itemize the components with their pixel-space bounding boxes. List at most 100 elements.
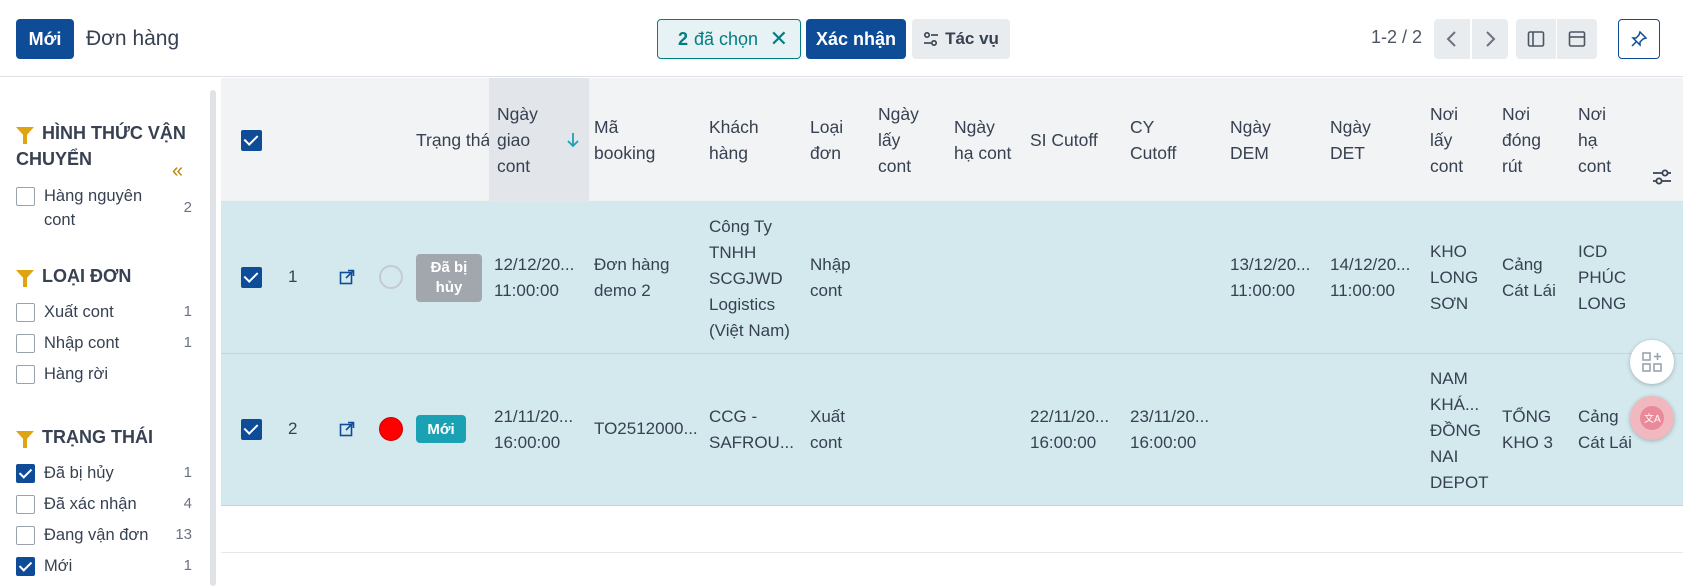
filter-item-count: 1 (183, 334, 192, 351)
order-type-cell[interactable]: Xuất cont (810, 404, 845, 456)
apps-float-button[interactable] (1630, 340, 1674, 384)
checkbox[interactable] (16, 334, 35, 353)
checkbox[interactable] (16, 526, 35, 545)
pager-next-button[interactable] (1472, 19, 1508, 59)
translate-icon: 文A (1640, 406, 1664, 430)
filter-icon (16, 270, 34, 287)
open-record-icon[interactable] (339, 269, 355, 285)
filter-item-label: Đang vận đơn (44, 526, 149, 544)
checkbox-checked[interactable] (16, 557, 35, 576)
filter-item-in-transit[interactable]: Đang vận đơn 13 (16, 523, 196, 549)
header-booking[interactable]: Mã booking (594, 78, 684, 202)
selected-text: đã chọn (694, 28, 759, 49)
filter-item-label: Đã xác nhận (44, 495, 137, 513)
pager-previous-button[interactable] (1434, 19, 1470, 59)
status-badge: Đã bị hủy (416, 254, 482, 302)
filter-item-label: Nhập cont (44, 334, 120, 352)
header-dropoff-place[interactable]: Nơi hạ cont (1578, 78, 1628, 202)
svg-text:文A: 文A (1644, 412, 1661, 425)
header-pickup-place[interactable]: Nơi lấy cont (1430, 78, 1480, 202)
dropoff-place-cell[interactable]: Cảng Cát Lái (1578, 404, 1632, 456)
section-title-order-type: LOẠI ĐƠN (16, 263, 131, 289)
cy-cutoff-cell[interactable]: 23/11/20... 16:00:00 (1130, 404, 1209, 456)
filter-item-cancelled[interactable]: Đã bị hủy 1 (16, 461, 196, 487)
toggle-sidebar-button[interactable] (1516, 19, 1556, 59)
sliders-icon (924, 31, 939, 47)
dem-date-cell[interactable]: 13/12/20... 11:00:00 (1230, 252, 1310, 304)
search-panel: « HÌNH THỨC VẬN CHUYỂN Hàng nguyên cont 2… (0, 78, 206, 586)
booking-cell[interactable]: Đơn hàng demo 2 (594, 252, 669, 304)
actions-button[interactable]: Tác vụ (912, 19, 1010, 59)
chevron-right-icon (1486, 31, 1496, 47)
checkbox[interactable] (16, 365, 35, 384)
pickup-place-cell[interactable]: KHO LONG SƠN (1430, 239, 1478, 317)
apps-grid-icon (1642, 352, 1662, 372)
priority-dot[interactable] (379, 417, 403, 441)
header-dropoff-date[interactable]: Ngày hạ cont (954, 78, 1014, 202)
page-title: Đơn hàng (86, 27, 180, 50)
pager-value[interactable]: 1-2 / 2 (1371, 27, 1422, 48)
filter-item-new[interactable]: Mới 1 (16, 554, 196, 580)
header-pickup-date[interactable]: Ngày lấy cont (878, 78, 938, 202)
layout-icon (1568, 31, 1586, 47)
booking-cell[interactable]: TO2512000... (594, 416, 698, 442)
det-date-cell[interactable]: 14/12/20... 11:00:00 (1330, 252, 1410, 304)
filter-item-export[interactable]: Xuất cont 1 (16, 300, 196, 326)
open-record-icon[interactable] (339, 421, 355, 437)
sidebar-scrollbar[interactable] (210, 90, 216, 586)
filter-item-confirmed[interactable]: Đã xác nhận 4 (16, 492, 196, 518)
checkbox[interactable] (16, 495, 35, 514)
row-checkbox[interactable] (241, 419, 262, 440)
header-stuffing-place[interactable]: Nơi đóng rút (1502, 78, 1557, 202)
header-det-date[interactable]: Ngày DET (1330, 78, 1390, 202)
filter-item-bulk[interactable]: Hàng rời (16, 362, 196, 388)
delivery-date-cell[interactable]: 21/11/20... 16:00:00 (494, 404, 573, 456)
header-customer[interactable]: Khách hàng (709, 78, 799, 202)
section-title-status: TRẠNG THÁI (16, 424, 153, 450)
order-type-cell[interactable]: Nhập cont (810, 252, 851, 304)
filter-item-count: 1 (183, 557, 192, 574)
toggle-layout-button[interactable] (1557, 19, 1597, 59)
stuffing-place-cell[interactable]: TỔNG KHO 3 (1502, 404, 1553, 456)
stuffing-place-cell[interactable]: Cảng Cát Lái (1502, 252, 1556, 304)
header-cy-cutoff[interactable]: CY Cutoff (1130, 78, 1200, 202)
new-button[interactable]: Mới (16, 19, 74, 59)
table-row[interactable]: 2 Mới 21/11/20... 16:00:00 TO2512000... C… (221, 354, 1683, 506)
optional-columns-icon[interactable] (1652, 168, 1672, 186)
header-order-type[interactable]: Loại đơn (810, 78, 870, 202)
header-si-cutoff[interactable]: SI Cutoff (1030, 78, 1100, 202)
section-title-shipping-type: HÌNH THỨC VẬN CHUYỂN (16, 123, 186, 169)
checkbox[interactable] (16, 187, 35, 206)
delivery-date-cell[interactable]: 12/12/20... 11:00:00 (494, 252, 574, 304)
pin-button[interactable] (1618, 19, 1660, 59)
dropoff-place-cell[interactable]: ICD PHÚC LONG (1578, 239, 1626, 317)
side-panel-icon (1527, 31, 1545, 47)
header-dem-date[interactable]: Ngày DEM (1230, 78, 1290, 202)
customer-cell[interactable]: CCG - SAFROU... (709, 404, 794, 456)
checkbox-checked[interactable] (16, 464, 35, 483)
confirm-button[interactable]: Xác nhận (806, 19, 906, 59)
si-cutoff-cell[interactable]: 22/11/20... 16:00:00 (1030, 404, 1109, 456)
checkbox[interactable] (16, 303, 35, 322)
filter-item-import[interactable]: Nhập cont 1 (16, 331, 196, 357)
row-number: 1 (288, 267, 298, 286)
translate-float-button[interactable]: 文A (1630, 396, 1674, 440)
priority-dot[interactable] (379, 265, 403, 289)
pickup-place-cell[interactable]: NAM KHÁ... ĐỒNG NAI DEPOT (1430, 366, 1489, 496)
filter-item-label: Mới (44, 557, 73, 575)
selection-badge: 2 đã chọn ✕ (657, 19, 801, 59)
filter-item-count: 4 (183, 495, 192, 512)
select-all-checkbox[interactable] (241, 130, 262, 151)
filter-item-full-container[interactable]: Hàng nguyên cont 2 (16, 184, 196, 232)
filter-icon (16, 127, 34, 144)
customer-cell[interactable]: Công Ty TNHH SCGJWD Logistics (Việt Nam) (709, 214, 790, 344)
row-checkbox[interactable] (241, 267, 262, 288)
filter-item-count: 1 (183, 464, 192, 481)
clear-selection-icon[interactable]: ✕ (770, 26, 788, 52)
list-view: Trạng thái Ngày giao cont Mã booking Khá… (221, 78, 1683, 586)
row-number: 2 (288, 419, 298, 438)
header-delivery-date[interactable]: Ngày giao cont (489, 78, 589, 202)
table-row[interactable]: 1 Đã bị hủy 12/12/20... 11:00:00 Đơn hàng… (221, 202, 1683, 354)
filter-item-count: 13 (175, 526, 192, 543)
header-status[interactable]: Trạng thái (416, 78, 496, 202)
